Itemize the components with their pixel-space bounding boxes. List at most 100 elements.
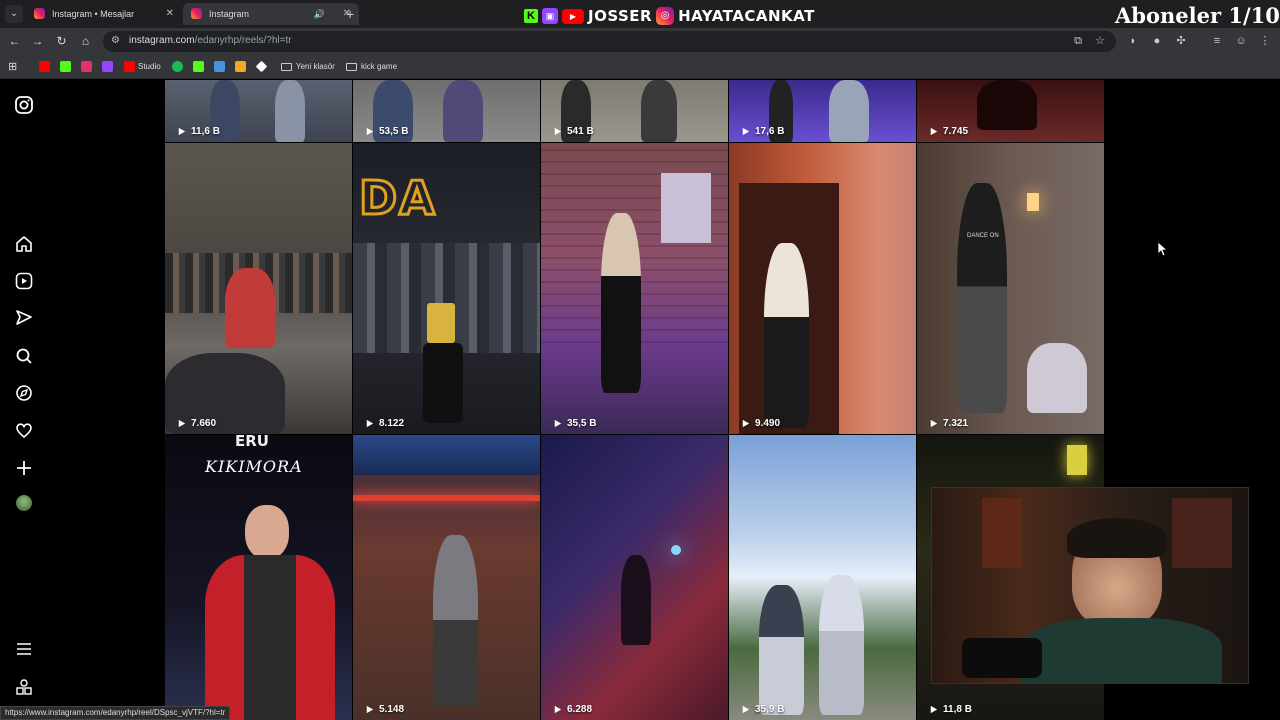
tab-search-button[interactable]: ⌄ — [5, 5, 23, 23]
instagram-favicon-icon — [34, 8, 45, 19]
tab-close-icon[interactable]: ✕ — [166, 3, 174, 25]
play-icon — [554, 705, 562, 714]
bookmark-youtube[interactable] — [39, 60, 53, 74]
bookmark-kick-2[interactable] — [193, 60, 207, 74]
messages-icon[interactable] — [14, 308, 34, 328]
explore-icon[interactable] — [14, 383, 34, 403]
view-count: 35,9 B — [740, 704, 784, 715]
instagram-favicon-icon — [191, 8, 202, 19]
install-app-icon[interactable]: ⧉ — [1071, 34, 1085, 48]
reel-tile[interactable]: 5.148 — [353, 435, 540, 720]
reel-spotlight — [671, 545, 681, 555]
instagram-logo-icon[interactable] — [14, 95, 34, 115]
home-icon[interactable] — [14, 234, 34, 254]
browser-menu-icon[interactable]: ⋮ — [1258, 34, 1272, 48]
reel-tile[interactable]: 35,9 B — [729, 435, 916, 720]
overlay-handle-instagram: HAYATACANKAT — [678, 7, 815, 25]
webcam-camera-gear — [962, 638, 1042, 678]
reel-figure — [641, 80, 677, 142]
threads-icon[interactable] — [14, 677, 34, 697]
new-tab-button[interactable]: + — [346, 5, 354, 23]
reel-tile[interactable]: DA 8.122 — [353, 143, 540, 434]
twitch-icon — [102, 61, 113, 73]
view-count: 35,5 B — [552, 418, 596, 429]
reel-figure — [957, 183, 1007, 413]
reel-figure — [601, 213, 641, 393]
speaker-icon[interactable]: 🔊 — [314, 3, 325, 25]
reel-figure — [764, 243, 809, 428]
site-info-icon[interactable]: ⚙ — [111, 35, 120, 46]
play-icon — [554, 127, 562, 136]
reel-tile[interactable]: DANCE ON 7.321 — [917, 143, 1104, 434]
profile-icon[interactable]: ☺ — [1234, 34, 1248, 48]
notifications-icon[interactable] — [14, 420, 34, 440]
create-icon[interactable] — [14, 458, 34, 478]
streamer-hair — [1067, 518, 1167, 558]
reel-figure — [621, 555, 651, 645]
apps-grid-icon[interactable]: ⊞ — [8, 60, 17, 74]
reel-tile[interactable]: 7.660 — [165, 143, 352, 434]
bookmark-studio[interactable]: Studio — [124, 60, 161, 74]
extension-blue-icon[interactable]: ● — [1150, 34, 1164, 48]
play-icon — [554, 419, 562, 428]
reel-figure — [275, 80, 305, 142]
extension-icon[interactable]: ◗ — [1126, 34, 1140, 48]
bookmark-spotify[interactable] — [172, 60, 186, 74]
kick-icon — [193, 61, 204, 73]
reel-tile[interactable]: 6.288 — [541, 435, 728, 720]
reel-figure — [1027, 343, 1087, 413]
view-count: 9.490 — [740, 418, 780, 429]
reel-figure — [433, 535, 478, 705]
view-count: 11,8 B — [928, 704, 972, 715]
kick-icon — [60, 61, 71, 73]
view-count: 7.660 — [176, 418, 216, 429]
reel-top-caption: ERU — [235, 435, 269, 450]
reels-icon[interactable] — [14, 271, 34, 291]
screen: ⌄ Instagram • Mesajlar ✕ Instagram 🔊 ✕ +… — [0, 0, 1280, 720]
reading-list-icon[interactable]: ≡ — [1210, 34, 1224, 48]
bookmark-translate[interactable] — [214, 60, 228, 74]
reel-tile[interactable]: 541 B — [541, 80, 728, 142]
url-text[interactable]: instagram.com/edanyrhp/reels/?hl=tr — [129, 35, 292, 46]
reel-tile[interactable]: 53,5 B — [353, 80, 540, 142]
home-icon[interactable]: ⌂ — [77, 33, 94, 50]
reel-figure — [829, 80, 869, 142]
forward-icon[interactable]: → — [29, 33, 46, 50]
reel-tile[interactable]: 11,6 B — [165, 80, 352, 142]
translate-icon — [214, 61, 225, 73]
bookmark-diamond[interactable] — [255, 60, 270, 74]
reel-tile[interactable]: ERU KIKIMORA — [165, 435, 352, 720]
tab-instagram-messages[interactable]: Instagram • Mesajlar ✕ — [26, 3, 182, 25]
reel-tile[interactable]: 35,5 B — [541, 143, 728, 434]
reel-cake — [427, 303, 455, 343]
bookmark-instagram[interactable] — [81, 60, 95, 74]
bookmark-star-icon[interactable]: ☆ — [1093, 34, 1107, 48]
wall-poster — [1172, 498, 1232, 568]
diamond-icon — [255, 61, 268, 73]
profile-avatar[interactable] — [16, 495, 32, 511]
view-count: 17,6 B — [740, 126, 784, 137]
reel-tile[interactable]: 7.745 — [917, 80, 1104, 142]
view-count: 7.321 — [928, 418, 968, 429]
reel-figure — [225, 268, 275, 348]
folder-icon — [281, 62, 292, 71]
reel-tile[interactable]: 9.490 — [729, 143, 916, 434]
reel-tile[interactable]: 17,6 B — [729, 80, 916, 142]
reload-icon[interactable]: ↻ — [53, 33, 70, 50]
tab-instagram[interactable]: Instagram 🔊 ✕ — [183, 3, 359, 25]
folder-icon — [346, 62, 357, 71]
bookmark-chess[interactable] — [235, 60, 249, 74]
browser-tab-strip: ⌄ Instagram • Mesajlar ✕ Instagram 🔊 ✕ +… — [0, 0, 1280, 28]
extensions-puzzle-icon[interactable]: ✣ — [1174, 34, 1188, 48]
bookmark-twitch[interactable] — [102, 60, 116, 74]
reel-window — [661, 173, 711, 243]
reel-face — [245, 505, 289, 559]
bookmark-folder-yeni-klasor[interactable]: Yeni klasör — [281, 60, 335, 74]
bookmark-folder-kick-game[interactable]: kick game — [346, 60, 397, 74]
bookmark-kick[interactable] — [60, 60, 74, 74]
status-bar-link-preview: https://www.instagram.com/edanyrhp/reel/… — [0, 706, 231, 720]
more-menu-icon[interactable] — [14, 639, 34, 659]
back-icon[interactable]: ← — [6, 33, 23, 50]
search-icon[interactable] — [14, 346, 34, 366]
address-bar[interactable]: ⚙ instagram.com/edanyrhp/reels/?hl=tr ⧉ … — [103, 31, 1116, 52]
